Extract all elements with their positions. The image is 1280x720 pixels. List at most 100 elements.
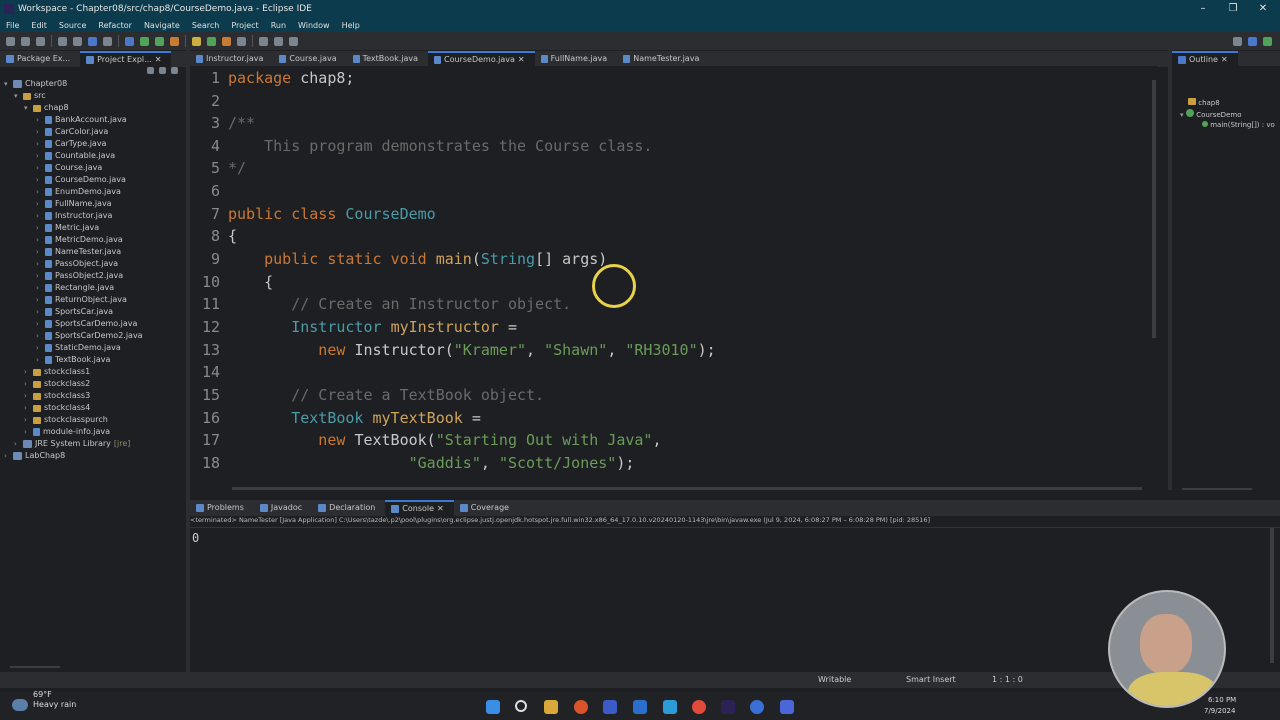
tree-item-file[interactable]: › CarColor.java <box>0 126 185 138</box>
eclipse-taskbar-icon[interactable] <box>721 700 735 714</box>
tree-item-file[interactable]: › SportsCarDemo2.java <box>0 330 185 342</box>
tree-item-file[interactable]: › StaticDemo.java <box>0 342 185 354</box>
edge-icon[interactable] <box>750 700 764 714</box>
chevron-right-icon[interactable]: › <box>24 366 30 378</box>
tree-item-package[interactable]: › stockclasspurch <box>0 414 185 426</box>
tree-item-file[interactable]: › FullName.java <box>0 198 185 210</box>
redo-icon[interactable] <box>73 36 82 46</box>
run-icon[interactable] <box>140 36 149 46</box>
tree-item-package[interactable]: › stockclass2 <box>0 378 185 390</box>
bottom-tab[interactable]: Javadoc <box>254 500 312 516</box>
tree-item-file[interactable]: › CarType.java <box>0 138 185 150</box>
tab-outline[interactable]: Outline ✕ <box>1172 51 1238 67</box>
store-icon[interactable] <box>663 700 677 714</box>
save-all-icon[interactable] <box>36 36 45 46</box>
close-icon[interactable]: ✕ <box>155 52 162 68</box>
status-cursor-position[interactable]: 1 : 1 : 0 <box>992 675 1023 684</box>
panel-divider[interactable] <box>1168 50 1172 490</box>
bottom-tab[interactable]: Declaration <box>312 500 385 516</box>
tree-item-file[interactable]: › MetricDemo.java <box>0 234 185 246</box>
chevron-right-icon[interactable]: › <box>36 330 42 342</box>
minimize-button[interactable]: – <box>1188 0 1218 18</box>
tree-item-project[interactable]: ▾ Chapter08 <box>0 78 185 90</box>
link-editor-icon[interactable] <box>159 67 166 74</box>
menu-search[interactable]: Search <box>188 21 227 30</box>
chevron-right-icon[interactable]: › <box>24 402 30 414</box>
console-vscrollbar[interactable] <box>1270 528 1274 663</box>
search-icon[interactable] <box>515 700 527 712</box>
tree-item-package[interactable]: › stockclass3 <box>0 390 185 402</box>
windows-start-icon[interactable] <box>486 700 500 714</box>
tab-package-explorer[interactable]: Package Ex... <box>0 51 80 67</box>
toggle-mark-icon[interactable] <box>88 36 97 46</box>
chevron-right-icon[interactable]: › <box>36 306 42 318</box>
tree-item-file[interactable]: › Countable.java <box>0 150 185 162</box>
tree-item-package[interactable]: ▾ chap8 <box>0 102 185 114</box>
open-type-icon[interactable] <box>222 36 231 46</box>
debug-icon[interactable] <box>125 36 134 46</box>
editor-vscrollbar[interactable] <box>1152 80 1156 338</box>
close-button[interactable]: ✕ <box>1248 0 1278 18</box>
menu-source[interactable]: Source <box>55 21 94 30</box>
java-perspective-icon[interactable] <box>1263 36 1272 46</box>
chevron-right-icon[interactable]: › <box>24 378 30 390</box>
outline-hscrollbar[interactable] <box>1182 488 1252 490</box>
menu-project[interactable]: Project <box>227 21 266 30</box>
chevron-right-icon[interactable]: › <box>24 390 30 402</box>
chevron-right-icon[interactable]: › <box>36 246 42 258</box>
tree-item-module[interactable]: › module-info.java <box>0 426 185 438</box>
tree-item-file[interactable]: › ReturnObject.java <box>0 294 185 306</box>
block-select-icon[interactable] <box>103 36 112 46</box>
tree-item-file[interactable]: › Course.java <box>0 162 185 174</box>
outline-package[interactable]: chap8 <box>1188 98 1220 107</box>
back-icon[interactable] <box>259 36 268 46</box>
firefox-icon[interactable] <box>574 700 588 714</box>
new-package-icon[interactable] <box>192 36 201 46</box>
tree-item-file[interactable]: › Instructor.java <box>0 210 185 222</box>
chevron-right-icon[interactable]: › <box>24 426 30 438</box>
undo-icon[interactable] <box>58 36 67 46</box>
zoom-icon[interactable] <box>780 700 794 714</box>
tree-item-src[interactable]: ▾ src <box>0 90 185 102</box>
external-tools-icon[interactable] <box>170 36 179 46</box>
menu-refactor[interactable]: Refactor <box>94 21 140 30</box>
outlook-icon[interactable] <box>633 700 647 714</box>
chevron-right-icon[interactable]: › <box>36 198 42 210</box>
bottom-tab[interactable]: Problems <box>190 500 254 516</box>
menu-window[interactable]: Window <box>294 21 338 30</box>
menu-edit[interactable]: Edit <box>27 21 55 30</box>
editor-tab[interactable]: TextBook.java <box>347 51 428 67</box>
chevron-down-icon[interactable]: ▾ <box>24 102 30 114</box>
clock-date[interactable]: 7/9/2024 <box>1204 707 1235 715</box>
chevron-right-icon[interactable]: › <box>4 450 10 462</box>
status-insert-mode[interactable]: Smart Insert <box>906 675 956 684</box>
editor-tab[interactable]: CourseDemo.java ✕ <box>428 51 535 67</box>
tree-item-file[interactable]: › SportsCar.java <box>0 306 185 318</box>
chevron-right-icon[interactable]: › <box>36 294 42 306</box>
chevron-right-icon[interactable]: › <box>24 414 30 426</box>
chevron-right-icon[interactable]: › <box>36 258 42 270</box>
new-icon[interactable] <box>6 36 15 46</box>
code-editor[interactable]: 1 package chap8; 2 3/** 4 This program de… <box>190 66 1158 486</box>
search-tool-icon[interactable] <box>237 36 246 46</box>
tree-item-file[interactable]: › EnumDemo.java <box>0 186 185 198</box>
tab-project-explorer[interactable]: Project Expl... ✕ <box>80 51 172 68</box>
forward-icon[interactable] <box>274 36 283 46</box>
outline-class[interactable]: ▾ CourseDemo <box>1180 109 1241 119</box>
chevron-right-icon[interactable]: › <box>36 270 42 282</box>
editor-tab[interactable]: NameTester.java <box>617 51 709 67</box>
menu-navigate[interactable]: Navigate <box>140 21 188 30</box>
collapse-all-icon[interactable] <box>147 67 154 74</box>
tree-item-file[interactable]: › PassObject2.java <box>0 270 185 282</box>
tree-item-file[interactable]: › Metric.java <box>0 222 185 234</box>
weather-icon[interactable] <box>12 699 28 711</box>
weather-desc[interactable]: Heavy rain <box>33 700 76 709</box>
weather-temp[interactable]: 69°F <box>33 690 52 699</box>
coverage-icon[interactable] <box>155 36 164 46</box>
menu-file[interactable]: File <box>2 21 27 30</box>
tree-item-package[interactable]: › stockclass1 <box>0 366 185 378</box>
tree-item-jre[interactable]: › JRE System Library [jre] <box>0 438 185 450</box>
tree-item-file[interactable]: › BankAccount.java <box>0 114 185 126</box>
chevron-right-icon[interactable]: › <box>36 210 42 222</box>
chevron-down-icon[interactable]: ▾ <box>14 90 20 102</box>
